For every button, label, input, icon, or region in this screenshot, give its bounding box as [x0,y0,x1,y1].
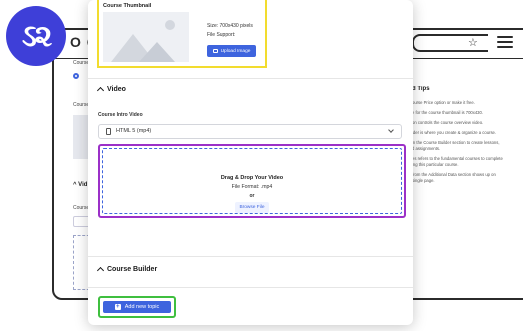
browse-file-button[interactable]: Browse File [235,202,269,213]
add-topic-highlight: + Add new topic [98,296,176,318]
thumbnail-file-support: File Support: [207,32,236,38]
dropzone-title: Drag & Drop Your Video [220,175,284,181]
hamburger-menu-icon [497,36,513,48]
video-source-select[interactable]: HTML 5 (mp4) [98,124,402,139]
bg-video-title: ^ Vid [73,182,88,188]
thumbnail-info: Size: 700x430 pixels File Support: [207,22,253,40]
logo-text: ઽ૨ [21,18,52,54]
divider [88,78,413,79]
video-source-value: HTML 5 (mp4) [116,128,152,134]
video-dropzone-highlight: Drag & Drop Your Video File Format: .mp4… [98,144,406,218]
course-intro-video-label: Course Intro Video [98,112,143,118]
tips-lines: ourse Price option or make it free. e for… [412,100,523,184]
bg-label: Course [73,102,90,108]
logo-badge: ઽ૨ [6,6,66,66]
dropzone-format: File Format: .mp4 [231,184,273,190]
video-section-title: Video [107,86,126,93]
html5-icon [106,128,111,135]
upload-image-button[interactable]: Upload Image [207,45,256,57]
upload-image-label: Upload Image [220,48,251,54]
add-new-topic-label: Add new topic [124,304,160,310]
screenshot-stage: O C ☆ Course Course Course lt ^ Vid d Ti… [0,0,523,331]
course-builder-title: Course Builder [107,266,158,273]
add-new-topic-button[interactable]: + Add new topic [103,301,171,313]
bg-radio-icon [73,73,79,79]
video-section-toggle[interactable]: Video [96,86,126,95]
dropzone-or: or [249,193,255,199]
chevron-down-icon [388,127,394,133]
chevron-up-icon [96,266,105,275]
course-builder-toggle[interactable]: Course Builder [96,266,158,275]
thumbnail-label: Course Thumbnail [103,3,152,9]
bg-label: Course [73,60,90,66]
divider [88,256,413,257]
course-editor-panel: Course Thumbnail Size: 700x430 pixels Fi… [88,0,413,325]
image-placeholder-icon[interactable] [103,12,189,62]
tips-line: single page. [412,178,435,183]
course-thumbnail-card: Course Thumbnail Size: 700x430 pixels Fi… [97,0,267,68]
thumbnail-size: Size: 700x430 pixels [207,23,253,29]
divider [88,287,413,288]
tips-title: d Tips [412,86,430,92]
chevron-up-icon [96,86,105,95]
tips-panel: d Tips ourse Price option or make it fre… [412,86,523,246]
plus-icon: + [114,304,121,310]
image-icon [212,49,218,53]
star-icon: ☆ [468,37,478,49]
video-dropzone[interactable]: Drag & Drop Your Video File Format: .mp4… [102,148,402,214]
